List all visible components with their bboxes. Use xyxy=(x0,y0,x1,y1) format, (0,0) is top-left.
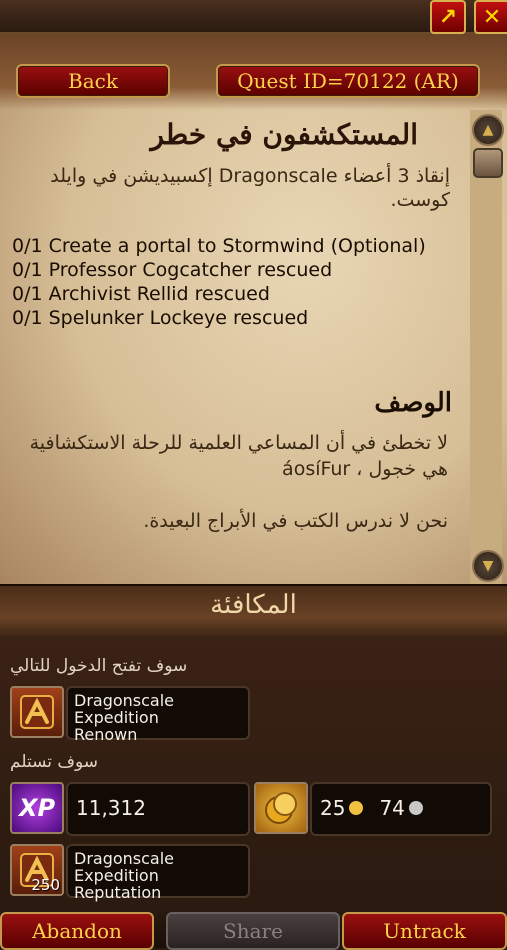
reputation-text: Dragonscale Expedition Reputation xyxy=(74,849,175,902)
abandon-button[interactable]: Abandon xyxy=(0,912,154,950)
description-text: لا تخطئ في أن المساعي العلمية للرحلة الا… xyxy=(18,430,448,560)
dragonscale-emblem-icon xyxy=(20,695,54,729)
quest-details-scroll[interactable]: المستكشفون في خطر إنقاذ 3 أعضاء Dragonsc… xyxy=(0,110,470,584)
xp-icon-box[interactable]: XP xyxy=(10,782,64,834)
silver-amount: 74 xyxy=(379,796,405,820)
xp-value: 11,312 xyxy=(76,796,146,820)
unlock-label: سوف تفتح الدخول للتالي xyxy=(10,656,188,676)
objectives-list: 0/1 Create a portal to Stormwind (Option… xyxy=(12,234,462,330)
description-paragraph: نحن لا ندرس الكتب في الأبراج البعيدة. xyxy=(143,510,448,532)
untrack-label: Untrack xyxy=(383,919,466,943)
arrow-diagonal-icon: ↗ xyxy=(438,4,458,30)
xp-info: 11,312 xyxy=(66,782,250,836)
abandon-label: Abandon xyxy=(32,919,122,943)
objective-item: 0/1 Professor Cogcatcher rescued xyxy=(12,259,333,281)
description-heading: الوصف xyxy=(374,388,452,418)
money-icon-box[interactable] xyxy=(254,782,308,834)
share-button[interactable]: Share xyxy=(166,912,340,950)
quest-title: المستكشفون في خطر xyxy=(150,118,418,151)
back-button[interactable]: Back xyxy=(16,64,170,98)
close-button[interactable]: ✕ xyxy=(474,0,507,34)
objective-item: 0/1 Archivist Rellid rescued xyxy=(12,283,270,305)
reputation-amount: 250 xyxy=(31,876,60,894)
scrollbar[interactable]: ▲ ▼ xyxy=(470,110,504,584)
scroll-up-icon[interactable]: ▲ xyxy=(472,114,504,146)
reputation-info: Dragonscale Expedition Reputation xyxy=(66,844,250,902)
renown-icon-box[interactable] xyxy=(10,686,64,738)
money-info: 25 74 xyxy=(310,782,492,836)
renown-info: Dragonscale Expedition Renown xyxy=(66,686,250,744)
reputation-icon-box[interactable]: 250 xyxy=(10,844,64,896)
xp-icon: XP xyxy=(18,794,56,822)
objective-item: 0/1 Create a portal to Stormwind (Option… xyxy=(12,235,426,257)
receive-label: سوف تستلم xyxy=(10,752,99,772)
quest-id-label: Quest ID=70122 (AR) xyxy=(237,69,459,93)
reward-title: المكافئة xyxy=(210,590,297,620)
scroll-down-icon[interactable]: ▼ xyxy=(472,550,504,582)
back-button-label: Back xyxy=(68,69,118,93)
quest-id-button[interactable]: Quest ID=70122 (AR) xyxy=(216,64,480,98)
quest-summary: إنقاذ 3 أعضاء Dragonscale إكسبيديشن في و… xyxy=(50,165,450,211)
expand-button[interactable]: ↗ xyxy=(430,0,466,34)
gold-coin-icon xyxy=(349,801,364,815)
objective-item: 0/1 Spelunker Lockeye rescued xyxy=(12,307,309,329)
silver-coin-icon xyxy=(408,801,423,815)
scroll-thumb[interactable] xyxy=(473,148,503,178)
renown-text: Dragonscale Expedition Renown xyxy=(74,691,175,744)
close-icon: ✕ xyxy=(482,4,502,30)
gold-amount: 25 xyxy=(320,796,346,820)
description-paragraph: لا تخطئ في أن المساعي العلمية للرحلة الا… xyxy=(29,432,448,480)
gold-coins-icon xyxy=(265,792,297,824)
untrack-button[interactable]: Untrack xyxy=(342,912,507,950)
share-label: Share xyxy=(223,919,283,943)
